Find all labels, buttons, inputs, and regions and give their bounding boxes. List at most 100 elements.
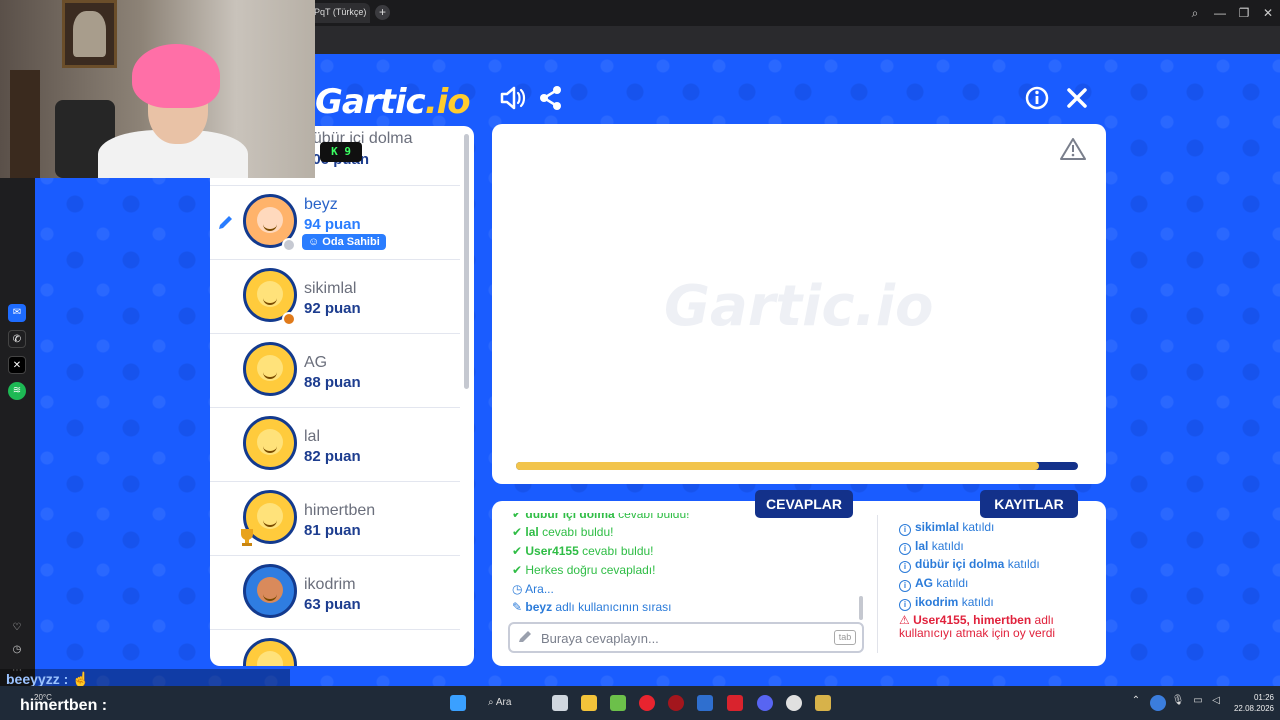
volume-icon[interactable]: ◁: [1208, 695, 1224, 711]
player-name: himertben: [304, 502, 376, 519]
new-tab-button[interactable]: +: [375, 5, 390, 20]
nvidia-icon[interactable]: [610, 695, 626, 711]
info-icon[interactable]: [1023, 84, 1051, 112]
app-icon[interactable]: [815, 695, 831, 711]
history-icon[interactable]: ◷: [8, 641, 26, 659]
player-name: lal: [304, 428, 321, 445]
tab-key-hint: tab: [834, 630, 856, 645]
status-dot: [282, 238, 296, 252]
answer-item: ◷ Ara...: [512, 582, 554, 596]
app-icon[interactable]: [668, 695, 684, 711]
pencil-icon: [219, 216, 232, 229]
players-panel: dübür içi dolma 106 puan beyz 94 puan ☺ …: [210, 126, 474, 666]
answers-scrollbar[interactable]: [859, 596, 863, 620]
stream-chat-line: himertben :: [20, 697, 108, 714]
player-name: AG: [304, 354, 328, 371]
player-name: ikodrim: [304, 576, 356, 593]
trophy-icon: [241, 529, 253, 546]
panel-divider: [877, 515, 878, 653]
file-explorer-icon[interactable]: [581, 695, 597, 711]
browser-tab[interactable]: lPqT (Türkçe): [306, 3, 370, 23]
player-row[interactable]: sikimlal 92 puan: [210, 260, 460, 334]
sound-icon[interactable]: [498, 84, 526, 112]
log-item: i AG katıldı: [899, 576, 968, 592]
answer-item: ✎ beyz adlı kullanıcının sırası: [512, 600, 672, 614]
start-icon[interactable]: [450, 695, 466, 711]
close-icon[interactable]: [1063, 84, 1091, 112]
chat-panel: ✔ dübür içi dolma cevabı buldu! ✔ lal ce…: [492, 501, 1106, 666]
close-window-icon[interactable]: ✕: [1259, 5, 1277, 21]
answer-input[interactable]: [541, 629, 821, 647]
share-icon[interactable]: [537, 84, 565, 112]
player-avatar: [243, 416, 297, 470]
player-avatar: [243, 564, 297, 618]
log-item: i ikodrim katıldı: [899, 595, 994, 611]
favorites-icon[interactable]: ♡: [8, 619, 26, 637]
spotify-icon[interactable]: ≋: [8, 382, 26, 400]
player-score: 88 puan: [304, 374, 361, 391]
player-row[interactable]: himertben 81 puan: [210, 482, 460, 556]
room-owner-badge: ☺ Oda Sahibi: [302, 234, 386, 250]
taskbar-clock[interactable]: 01:26 22.08.2026: [1228, 692, 1274, 714]
player-row[interactable]: lal 82 puan: [210, 408, 460, 482]
round-timer-fill: [516, 462, 1039, 470]
search-tabs-icon[interactable]: ⌕: [1186, 5, 1204, 21]
players-scrollbar[interactable]: [464, 134, 469, 389]
canvas-watermark: Gartic.io: [664, 274, 934, 339]
steam-icon[interactable]: [786, 695, 802, 711]
hand-emoji-icon: ☝: [72, 671, 90, 687]
warning-icon: ⚠: [899, 613, 910, 627]
x-icon[interactable]: ✕: [8, 356, 26, 374]
logs-title: KAYITLAR: [980, 490, 1078, 518]
player-row[interactable]: ikodrim 63 puan: [210, 556, 460, 630]
gartic-logo: Gartic.io: [315, 82, 471, 122]
webcam-shelf: [10, 70, 40, 178]
answer-item: ✔ Herkes doğru cevapladı!: [512, 563, 656, 577]
player-row[interactable]: beyz 94 puan ☺ Oda Sahibi: [210, 186, 460, 260]
task-view-icon[interactable]: [552, 695, 568, 711]
round-timer-bar: [516, 462, 1078, 470]
messenger-icon[interactable]: ✉: [8, 304, 26, 322]
answer-item: ✔ dübür içi dolma cevabı buldu!: [512, 507, 690, 521]
answers-title: CEVAPLAR: [755, 490, 853, 518]
player-row[interactable]: AG 88 puan: [210, 334, 460, 408]
info-icon: i: [899, 524, 911, 536]
player-score: 92 puan: [304, 300, 361, 317]
player-avatar: [243, 638, 297, 666]
player-name: beyz: [304, 196, 338, 213]
tray-app-icon[interactable]: [1150, 695, 1166, 711]
log-item: i dübür içi dolma katıldı: [899, 557, 1040, 573]
microphone-icon[interactable]: 🎙: [1170, 695, 1186, 711]
taskbar: 20°C ⌕ Ara ⌃ 🎙 ▭ ◁ 01:26 22.08.2026: [0, 686, 1280, 720]
vote-log-item: ⚠ User4155, himertben adlı kullanıcıyı a…: [899, 613, 1056, 640]
info-icon: i: [899, 561, 911, 573]
webcam-person-hair: [132, 44, 220, 108]
tray-chevron-icon[interactable]: ⌃: [1128, 695, 1144, 711]
player-name: sikimlal: [304, 280, 357, 297]
answer-item: ✔ lal cevabı buldu!: [512, 525, 614, 539]
log-item: i sikimlal katıldı: [899, 520, 994, 536]
opera-icon[interactable]: [639, 695, 655, 711]
player-score: 63 puan: [304, 596, 361, 613]
maximize-icon[interactable]: ❐: [1235, 5, 1253, 21]
player-score: 81 puan: [304, 522, 361, 539]
tab-title: lPqT (Türkçe): [312, 7, 367, 17]
drawing-canvas[interactable]: Gartic.io: [492, 124, 1106, 484]
player-row[interactable]: [210, 630, 460, 666]
discord-icon[interactable]: [757, 695, 773, 711]
info-icon: i: [899, 599, 911, 611]
player-score: 94 puan: [304, 216, 361, 233]
minimize-icon[interactable]: —: [1211, 5, 1229, 21]
kick-badge: K 9: [320, 142, 362, 162]
player-avatar: [243, 342, 297, 396]
shield-app-icon[interactable]: [697, 695, 713, 711]
log-item: i lal katıldı: [899, 539, 964, 555]
report-icon[interactable]: [1060, 137, 1086, 161]
webcam-overlay: [0, 0, 315, 178]
taskbar-search[interactable]: ⌕ Ara: [488, 693, 532, 713]
whatsapp-icon[interactable]: ✆: [8, 330, 26, 348]
network-icon[interactable]: ▭: [1190, 695, 1206, 711]
info-icon: i: [899, 543, 911, 555]
wps-icon[interactable]: [727, 695, 743, 711]
answer-field[interactable]: tab: [508, 622, 864, 653]
